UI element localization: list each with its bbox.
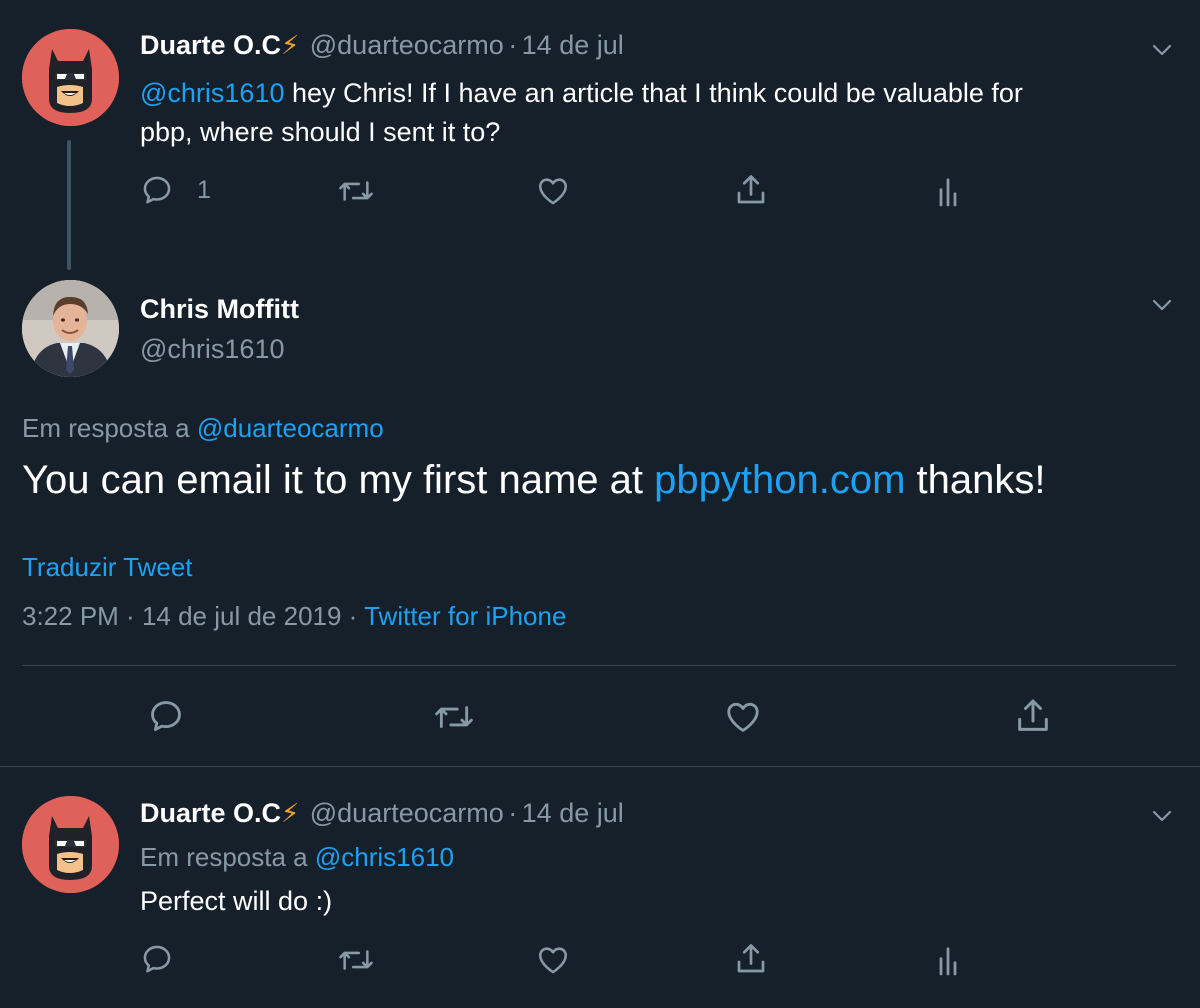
reply-context: Em resposta a @duarteocarmo: [22, 413, 384, 444]
tweet-date[interactable]: 14 de jul: [522, 30, 624, 60]
analytics-button[interactable]: [934, 174, 962, 208]
divider: [0, 766, 1200, 767]
tweet-1-header: Duarte O.C⚡ @duarteocarmo · 14 de jul: [140, 30, 624, 61]
reply-to-handle[interactable]: @chris1610: [315, 842, 454, 872]
share-icon: [737, 175, 765, 204]
heart-icon: [538, 178, 568, 205]
tweet-text-before: You can email it to my first name at: [22, 458, 655, 502]
avatar-duarte[interactable]: [22, 796, 119, 893]
retweet-icon: [339, 950, 373, 970]
thread-connector-line: [67, 140, 71, 270]
share-icon: [737, 944, 765, 973]
separator-dot: ·: [508, 30, 518, 60]
tweet-full-date[interactable]: 14 de jul de 2019: [142, 601, 342, 631]
profile-photo-icon: [22, 280, 119, 377]
retweet-icon: [339, 181, 373, 201]
like-button[interactable]: [535, 943, 571, 977]
tweet-meta: 3:22 PM · 14 de jul de 2019 · Twitter fo…: [22, 601, 566, 632]
tweet-text-line2: pbp, where should I sent it to?: [140, 117, 501, 147]
tweet-date[interactable]: 14 de jul: [522, 798, 624, 828]
tweet-3-header: Duarte O.C⚡ @duarteocarmo · 14 de jul: [140, 798, 624, 829]
tweet-2-text: You can email it to my first name at pbp…: [22, 455, 1046, 505]
chevron-down-icon[interactable]: [1150, 293, 1174, 317]
display-name[interactable]: Duarte O.C: [140, 30, 281, 60]
reply-button[interactable]: [140, 173, 174, 207]
like-button[interactable]: [535, 174, 571, 208]
website-link[interactable]: pbpython.com: [654, 458, 905, 502]
avatar-duarte[interactable]: [22, 29, 119, 126]
heart-icon: [727, 702, 759, 732]
like-button[interactable]: [723, 698, 763, 736]
chevron-down-icon[interactable]: [1150, 804, 1174, 828]
verified-bolt-emoji: ⚡: [281, 798, 300, 828]
translate-tweet-link[interactable]: Traduzir Tweet: [22, 552, 193, 583]
share-icon: [1018, 699, 1048, 731]
separator-dot: ·: [508, 798, 518, 828]
share-button[interactable]: [733, 172, 769, 208]
separator-dot: ·: [118, 601, 142, 631]
user-handle[interactable]: @chris1610: [140, 334, 284, 365]
reply-context: Em resposta a @chris1610: [140, 842, 454, 873]
batman-lego-icon: [22, 29, 119, 126]
reply-prefix: Em resposta a: [140, 842, 315, 872]
verified-bolt-emoji: ⚡: [281, 30, 300, 60]
reply-icon: [143, 945, 171, 973]
display-name[interactable]: Duarte O.C: [140, 798, 281, 828]
tweet-text-line1: hey Chris! If I have an article that I t…: [284, 78, 1023, 108]
heart-icon: [538, 947, 568, 974]
share-button[interactable]: [1013, 696, 1053, 736]
divider: [22, 665, 1176, 666]
chevron-down-icon[interactable]: [1150, 38, 1174, 62]
tweet-time[interactable]: 3:22 PM: [22, 601, 119, 631]
user-handle[interactable]: @duarteocarmo: [310, 798, 504, 828]
analytics-icon: [939, 178, 957, 207]
reply-to-handle[interactable]: @duarteocarmo: [197, 413, 384, 443]
tweet-1-text: @chris1610 hey Chris! If I have an artic…: [140, 74, 1180, 152]
retweet-button[interactable]: [337, 943, 375, 977]
reply-icon: [143, 176, 171, 204]
reply-button[interactable]: [147, 697, 185, 735]
reply-button[interactable]: [140, 942, 174, 976]
mention-link[interactable]: @chris1610: [140, 78, 284, 108]
batman-lego-icon: [22, 796, 119, 893]
tweet-text-after: thanks!: [905, 458, 1046, 502]
display-name[interactable]: Chris Moffitt: [140, 294, 299, 325]
tweet-3-text: Perfect will do :): [140, 886, 333, 916]
retweet-button[interactable]: [337, 174, 375, 208]
separator-dot: ·: [341, 601, 365, 631]
reply-count: 1: [197, 176, 211, 204]
user-handle[interactable]: @duarteocarmo: [310, 30, 504, 60]
reply-prefix: Em resposta a: [22, 413, 197, 443]
avatar-chris[interactable]: [22, 280, 119, 377]
retweet-button[interactable]: [433, 698, 475, 736]
share-button[interactable]: [733, 941, 769, 977]
reply-icon: [151, 701, 181, 732]
analytics-button[interactable]: [934, 943, 962, 977]
retweet-icon: [435, 706, 473, 728]
tweet-source-link[interactable]: Twitter for iPhone: [364, 601, 566, 631]
analytics-icon: [939, 947, 957, 976]
